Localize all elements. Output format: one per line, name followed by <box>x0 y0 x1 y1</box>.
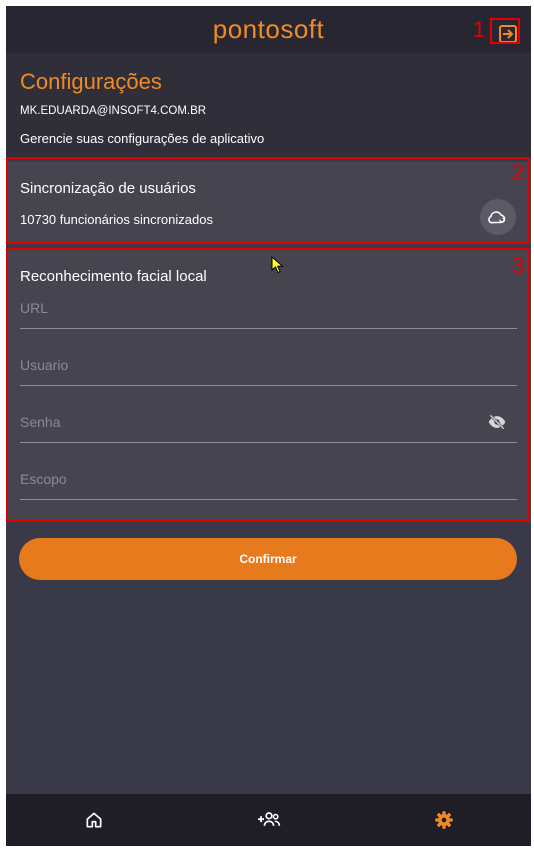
nav-home[interactable] <box>6 794 181 846</box>
nav-settings[interactable] <box>356 794 531 846</box>
bottom-nav <box>6 794 531 846</box>
annotation-label-1: 1 <box>473 17 486 42</box>
annotation-label-2: 2 <box>512 160 525 185</box>
confirm-label: Confirmar <box>239 552 297 566</box>
gear-icon <box>434 811 453 829</box>
top-bar: pontosoft <box>6 6 531 53</box>
page-subtitle: Gerencie suas configurações de aplicativ… <box>20 131 265 146</box>
mouse-cursor-icon <box>271 256 284 274</box>
home-icon <box>86 812 101 828</box>
confirm-button[interactable]: Confirmar <box>19 538 517 580</box>
annotation-label-3: 3 <box>512 253 525 278</box>
settings-header: Configurações MK.EDUARDA@INSOFT4.COM.BR … <box>6 53 531 158</box>
annotation-box-3 <box>6 248 530 522</box>
brand-logo: pontosoft <box>212 14 325 44</box>
page-title: Configurações <box>20 69 162 94</box>
user-email: MK.EDUARDA@INSOFT4.COM.BR <box>20 105 207 117</box>
annotation-box-1 <box>490 18 520 44</box>
annotation-box-2 <box>6 157 530 244</box>
add-users-icon <box>257 812 280 826</box>
nav-add-users[interactable] <box>181 794 356 846</box>
